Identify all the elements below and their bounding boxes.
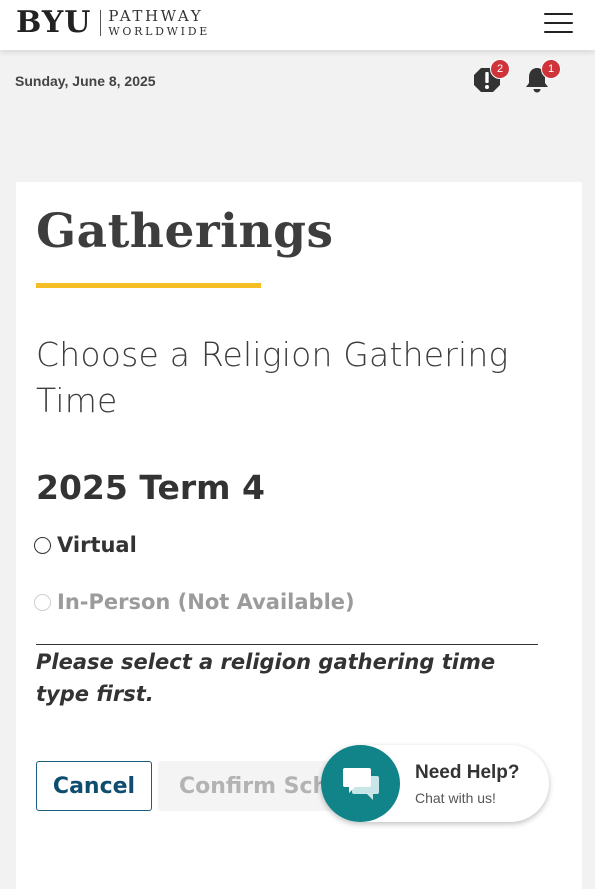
radio-button-virtual[interactable] — [34, 536, 51, 554]
byu-pathway-logo[interactable]: BYU PATHWAY WORLDWIDE — [16, 7, 210, 39]
logo-worldwide-text: WORLDWIDE — [108, 25, 210, 38]
chat-title: Need Help? — [415, 762, 520, 783]
validation-message: Please select a religion gathering time … — [36, 650, 496, 706]
notifications-button[interactable]: 1 — [524, 59, 561, 94]
page-title: Gatherings — [36, 204, 334, 259]
top-navigation-bar: BYU PATHWAY WORLDWIDE — [0, 0, 595, 50]
alerts-button[interactable]: 2 — [473, 59, 510, 94]
logo-pathway-text: PATHWAY — [108, 7, 204, 25]
radio-label-virtual: Virtual — [57, 533, 137, 557]
section-subtitle: Choose a Religion Gathering Time — [36, 335, 509, 420]
chat-subtitle: Chat with us! — [415, 790, 496, 806]
notifications-count-badge: 1 — [541, 59, 561, 79]
logo-divider — [100, 10, 102, 36]
radio-button-in-person — [34, 593, 51, 611]
logo-byu-text: BYU — [16, 5, 92, 40]
term-heading: 2025 Term 4 — [36, 468, 265, 507]
radio-option-in-person: In-Person (Not Available) — [34, 590, 355, 614]
menu-bar — [544, 22, 573, 24]
need-help-chat-widget[interactable]: Need Help? Chat with us! — [321, 745, 549, 822]
radio-option-virtual[interactable]: Virtual — [34, 533, 137, 557]
menu-bar — [544, 31, 573, 33]
radio-label-in-person: In-Person (Not Available) — [57, 590, 355, 614]
cancel-button[interactable]: Cancel — [36, 761, 152, 811]
chat-bubbles-icon — [342, 767, 379, 800]
title-underline — [36, 283, 261, 288]
hamburger-menu-icon[interactable] — [544, 13, 573, 33]
logo-wordmark: PATHWAY WORLDWIDE — [108, 7, 210, 38]
divider — [36, 644, 538, 645]
menu-bar — [544, 13, 573, 15]
alerts-count-badge: 2 — [490, 59, 510, 79]
current-date: Sunday, June 8, 2025 — [15, 73, 156, 89]
chat-button[interactable] — [321, 745, 400, 822]
